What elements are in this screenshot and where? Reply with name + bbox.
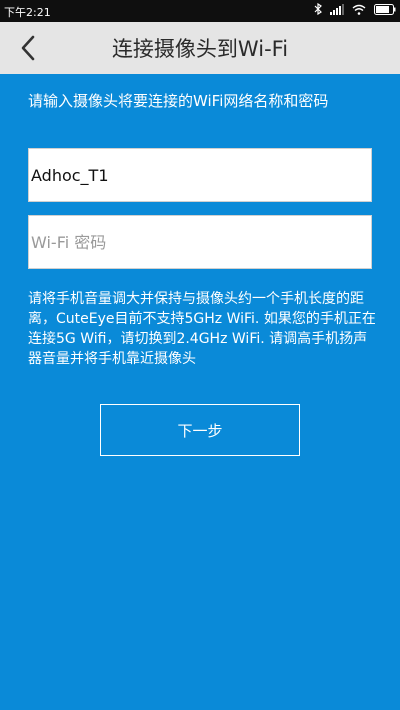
wifi-name-field[interactable]	[28, 148, 372, 202]
chevron-left-icon[interactable]	[12, 32, 44, 64]
next-button[interactable]: 下一步	[100, 404, 300, 456]
hint-text: 请将手机音量调大并保持与摄像头约一个手机长度的距离，CuteEye目前不支持5G…	[28, 291, 376, 367]
status-bar: 下午2:21	[0, 0, 400, 22]
page-title: 连接摄像头到Wi-Fi	[111, 37, 289, 61]
instruction-text: 请输入摄像头将要连接的WiFi网络名称和密码	[28, 92, 329, 110]
battery-icon	[374, 3, 396, 18]
wifi-password-input[interactable]	[31, 232, 371, 252]
status-time: 下午2:21	[4, 6, 51, 19]
signal-icon	[330, 3, 344, 18]
wifi-password-field[interactable]	[28, 215, 372, 269]
wifi-name-input[interactable]	[31, 165, 371, 185]
title-bar: 连接摄像头到Wi-Fi	[0, 22, 400, 74]
status-icons	[314, 2, 396, 18]
wifi-icon	[352, 4, 366, 18]
bluetooth-icon	[314, 2, 322, 18]
